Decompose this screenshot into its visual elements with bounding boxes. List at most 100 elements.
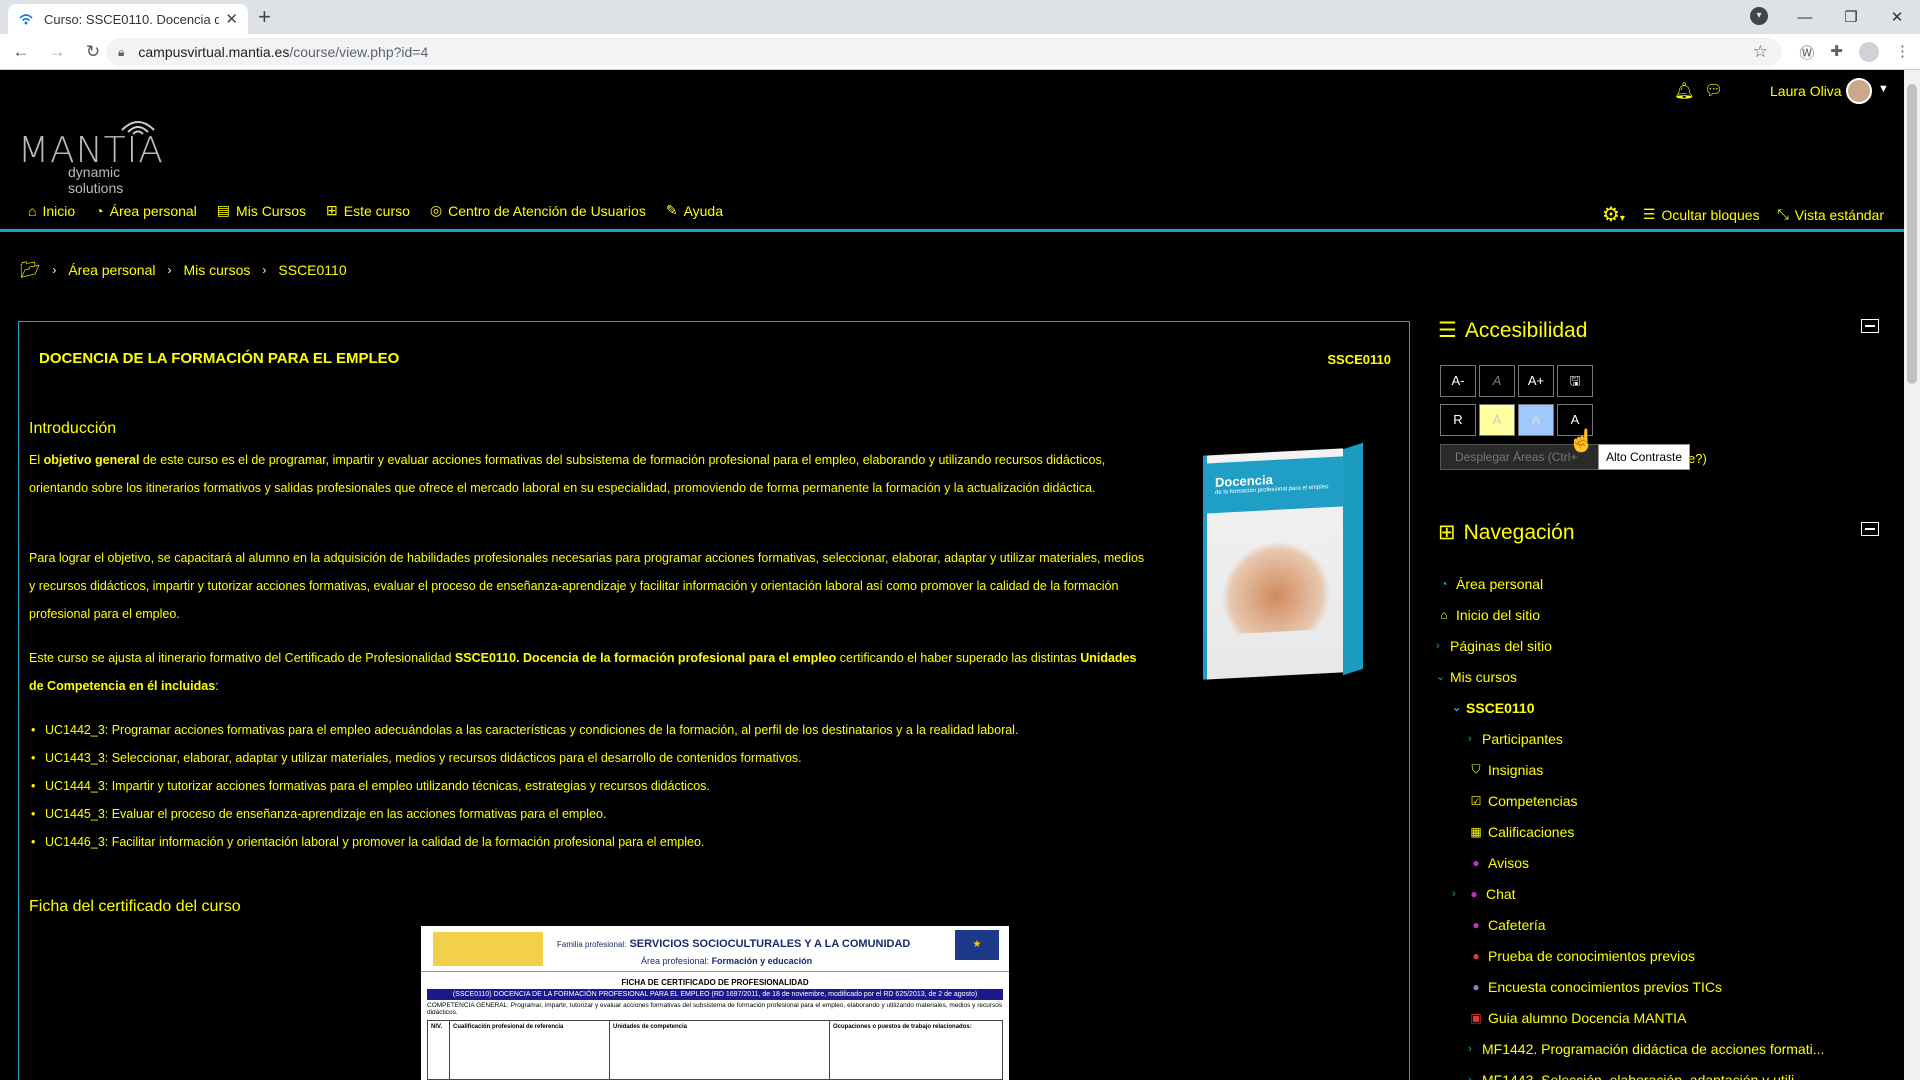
font-increase-button[interactable]: A+ (1518, 365, 1554, 397)
nav-tree-label: Avisos (1488, 854, 1529, 871)
course-content: DOCENCIA DE LA FORMACIÓN PARA EL EMPLEO … (18, 321, 1410, 1080)
collapse-accessibility-icon[interactable] (1861, 319, 1879, 333)
nav-tree-label: Mis cursos (1450, 668, 1517, 685)
url-path: /course/view.php?id=4 (289, 44, 429, 60)
wrench-icon: ✎ (665, 202, 678, 218)
list-item: UC1444_3: Impartir y tutorizar acciones … (29, 772, 1149, 800)
browser-menu-icon[interactable]: ⋮ (1895, 42, 1910, 63)
hide-blocks-label: Ocultar bloques (1661, 206, 1760, 223)
nav-tree-item[interactable]: ⌄ Mis cursos (1436, 661, 1824, 692)
restore-icon[interactable]: ❐ (1828, 8, 1874, 26)
profile-icon[interactable] (1859, 42, 1879, 62)
nav-mis-cursos[interactable]: ▤ Mis Cursos (217, 202, 306, 219)
scrollbar-thumb[interactable] (1907, 84, 1917, 384)
nav-tree-item[interactable]: › Páginas del sitio (1436, 630, 1824, 661)
col-header: Cualificación profesional de referencia (450, 1021, 610, 1079)
extension-w-icon[interactable]: Ⓦ (1799, 42, 1814, 63)
nav-inicio[interactable]: ⌂ Inicio (28, 202, 75, 219)
nav-tree-item[interactable]: ▣ Guia alumno Docencia MANTIA (1436, 1002, 1824, 1033)
nav-tree-label: Encuesta conocimientos previos TICs (1488, 978, 1722, 995)
messages-icon[interactable]: 💬︎ (1704, 81, 1723, 99)
nav-tree-item[interactable]: ● Prueba de conocimientos previos (1436, 940, 1824, 971)
reset-color-button[interactable]: R (1440, 404, 1476, 436)
navigation-block-header: ⊞ Navegación (1438, 520, 1575, 545)
breadcrumb-separator: › (262, 263, 267, 277)
nav-tree-item[interactable]: › Participantes (1436, 723, 1824, 754)
forward-icon[interactable]: → (42, 42, 72, 62)
page-scrollbar[interactable] (1904, 70, 1920, 1080)
gear-icon[interactable]: ⚙▾ (1602, 202, 1625, 227)
intro-paragraph-2: Para lograr el objetivo, se capacitará a… (29, 551, 1145, 621)
reload-icon[interactable]: ↻ (78, 42, 108, 62)
col-header: Ocupaciones o puestos de trabajo relacio… (833, 1024, 972, 1030)
nav-tree-item[interactable]: ● Avisos (1436, 847, 1824, 878)
close-tab-icon[interactable]: ✕ (225, 10, 238, 28)
breadcrumb-item-area-personal[interactable]: Área personal (68, 262, 155, 278)
cert-title-bar: (SSCE0110) DOCENCIA DE LA FORMACIÓN PROF… (427, 989, 1003, 1000)
tab-search-icon[interactable]: ▾ (1750, 7, 1768, 25)
nav-tree-item[interactable]: ◔ Área personal (1436, 568, 1824, 599)
nav-tree-item[interactable]: ▦ Calificaciones (1436, 816, 1824, 847)
text: de este curso es el de programar, impart… (29, 453, 1106, 495)
logo-tagline: dynamic solutions (68, 164, 124, 196)
chevron-right-icon: › (1436, 639, 1440, 652)
avatar[interactable] (1846, 78, 1872, 104)
list-item: UC1443_3: Seleccionar, elaborar, adaptar… (29, 744, 1149, 772)
nav-este-curso[interactable]: ⊞ Este curso (326, 202, 410, 219)
nav-tree-item[interactable]: ⌂ Inicio del sitio (1436, 599, 1824, 630)
nav-tree-item[interactable]: › MF1442. Programación didáctica de accio… (1436, 1033, 1824, 1064)
nav-ayuda[interactable]: ✎ Ayuda (666, 202, 723, 219)
family-label: Familia profesional: (557, 940, 627, 949)
yellow-theme-button[interactable]: A (1479, 404, 1515, 436)
browser-tab[interactable]: Curso: SSCE0110. Docencia de la formació… (8, 4, 248, 34)
accessibility-block-header: ☰ Accesibilidad (1438, 318, 1587, 343)
bell-icon[interactable]: 🔔︎ (1674, 81, 1694, 101)
extensions-puzzle-icon[interactable]: ✚ (1830, 42, 1843, 63)
back-icon[interactable]: ← (6, 42, 36, 62)
ficha-heading: Ficha del certificado del curso (29, 898, 241, 915)
breadcrumb-item-mis-cursos[interactable]: Mis cursos (183, 262, 250, 278)
cert-general-competence: COMPETENCIA GENERAL: Programar, impartir… (427, 1002, 1003, 1016)
font-decrease-button[interactable]: A- (1440, 365, 1476, 397)
standard-view-button[interactable]: ⤡ Vista estándar (1778, 206, 1884, 223)
nav-tree-item[interactable]: ● Encuesta conocimientos previos TICs (1436, 971, 1824, 1002)
nav-tree-item[interactable]: ● Cafetería (1436, 909, 1824, 940)
tooltip: Alto Contraste (1598, 444, 1691, 470)
nav-tree-item[interactable]: ⛉ Insignias (1436, 754, 1824, 785)
nav-tree-item[interactable]: › MF1443. Selección, elaboración, adaptac… (1436, 1064, 1824, 1080)
save-settings-button[interactable]: 🖫︎ (1557, 365, 1593, 397)
blue-theme-button[interactable]: A (1518, 404, 1554, 436)
nav-tree-item[interactable]: ⌄ SSCE0110 (1436, 692, 1824, 723)
col-header: Unidades de competencia (610, 1021, 830, 1079)
nav-area-personal[interactable]: ◔ Área personal (95, 202, 197, 219)
nav-label: Este curso (343, 202, 410, 219)
collapse-navigation-icon[interactable] (1861, 522, 1879, 536)
nav-centro-atencion[interactable]: ◎ Centro de Atención de Usuarios (430, 202, 646, 219)
lock-icon: 🔒︎ (118, 44, 125, 59)
breadcrumb-item-course[interactable]: SSCE0110 (278, 262, 346, 278)
nav-tree-item[interactable]: ☑ Competencias (1436, 785, 1824, 816)
url-host: campusvirtual.mantia.es (138, 44, 290, 60)
font-reset-button[interactable]: A (1479, 365, 1515, 397)
folder-open-icon[interactable]: 📂︎ (20, 260, 40, 280)
nav-tree-label: Calificaciones (1488, 823, 1575, 840)
minimize-icon[interactable]: — (1782, 9, 1828, 26)
site-logo[interactable]: MANTIA dynamic solutions (18, 116, 178, 196)
new-tab-icon[interactable]: + (258, 4, 271, 30)
cert-ficha-title: FICHA DE CERTIFICADO DE PROFESIONALIDAD (621, 978, 809, 987)
nav-tree-item[interactable]: › ● Chat (1436, 878, 1824, 909)
expand-areas-tail: e?) (1688, 451, 1707, 466)
bookmark-star-icon[interactable]: ☆ (1753, 42, 1768, 62)
quiz-icon: ● (1472, 948, 1480, 963)
close-window-icon[interactable]: ✕ (1874, 8, 1920, 26)
user-name[interactable]: Laura Oliva (1770, 83, 1842, 99)
hide-blocks-button[interactable]: ☰ Ocultar bloques (1643, 206, 1760, 223)
hand-cursor-icon: ☝ (1568, 428, 1596, 453)
compress-icon: ⤡ (1777, 206, 1789, 222)
chevron-down-icon[interactable]: ▼ (1878, 83, 1889, 95)
nav-tree-label: Inicio del sitio (1456, 606, 1541, 623)
nav-tree-label: Participantes (1482, 730, 1563, 747)
chevron-right-icon: › (1468, 732, 1472, 745)
feedback-icon: ● (1472, 979, 1480, 994)
address-bar[interactable]: 🔒︎ campusvirtual.mantia.es/course/view.p… (106, 38, 1782, 66)
